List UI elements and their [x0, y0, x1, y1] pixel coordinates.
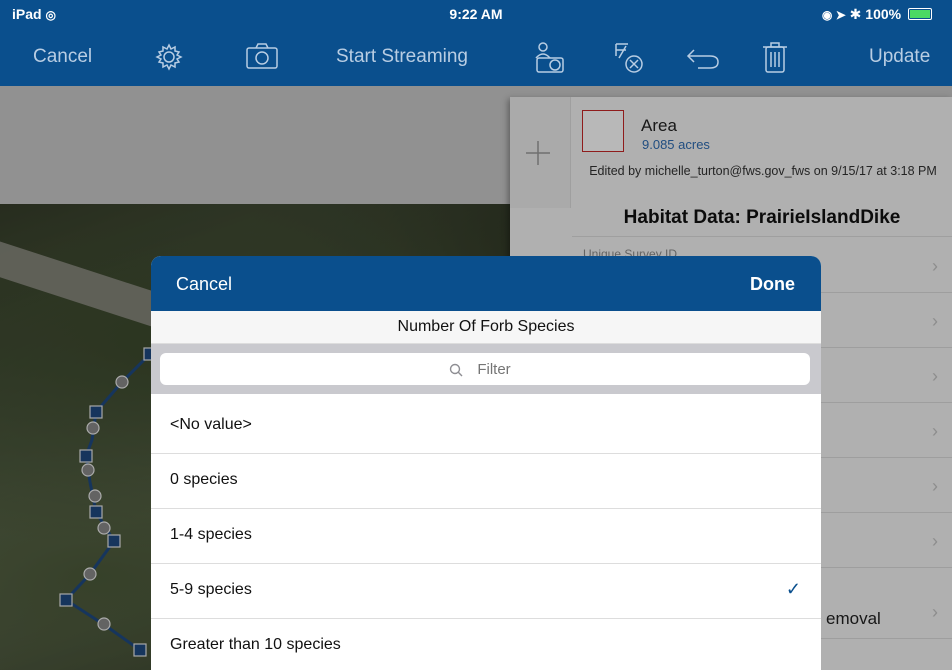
start-streaming-button[interactable]: Start Streaming	[336, 28, 468, 86]
toolbar-cancel-button[interactable]: Cancel	[33, 28, 92, 86]
option-label: 0 species	[170, 471, 238, 488]
filter-bar	[151, 344, 821, 394]
option-5-9-species[interactable]: 5-9 species ✓	[151, 564, 821, 619]
option-label: Greater than 10 species	[170, 636, 341, 653]
trash-icon[interactable]	[762, 28, 790, 86]
value-picker-modal: Cancel Done Number Of Forb Species <No v…	[151, 256, 821, 670]
modal-title: Number Of Forb Species	[151, 311, 821, 344]
modal-header: Cancel Done	[151, 256, 821, 311]
option-greater-than-10[interactable]: Greater than 10 species	[151, 619, 821, 670]
undo-icon[interactable]	[686, 28, 720, 86]
filter-input[interactable]	[160, 353, 810, 385]
option-label: 1-4 species	[170, 526, 252, 543]
search-icon	[449, 363, 463, 377]
status-bar: iPad ◎ 9:22 AM ◉ ➤ ✱ 100%	[0, 0, 952, 28]
status-time: 9:22 AM	[449, 6, 503, 22]
camera-person-icon[interactable]	[533, 28, 571, 86]
modal-cancel-button[interactable]: Cancel	[176, 274, 232, 295]
update-button[interactable]: Update	[869, 28, 930, 86]
modal-done-button[interactable]: Done	[750, 274, 795, 295]
option-no-value[interactable]: <No value>	[151, 399, 821, 454]
option-0-species[interactable]: 0 species	[151, 454, 821, 509]
option-1-4-species[interactable]: 1-4 species	[151, 509, 821, 564]
battery-icon	[908, 8, 932, 20]
gear-icon[interactable]	[154, 28, 186, 86]
option-label: 5-9 species	[170, 581, 252, 598]
toolbar: Cancel Start Streaming Update	[0, 28, 952, 86]
battery-percent: 100%	[865, 6, 902, 22]
bluetooth-icon: ✱	[849, 6, 862, 22]
camera-icon[interactable]	[245, 28, 279, 86]
option-label: <No value>	[170, 416, 252, 433]
sketch-clear-icon[interactable]	[614, 28, 648, 86]
status-right: ◉ ➤ ✱ 100%	[822, 6, 932, 23]
location-icon: ◉ ➤	[821, 8, 846, 22]
checkmark-icon: ✓	[785, 579, 801, 599]
